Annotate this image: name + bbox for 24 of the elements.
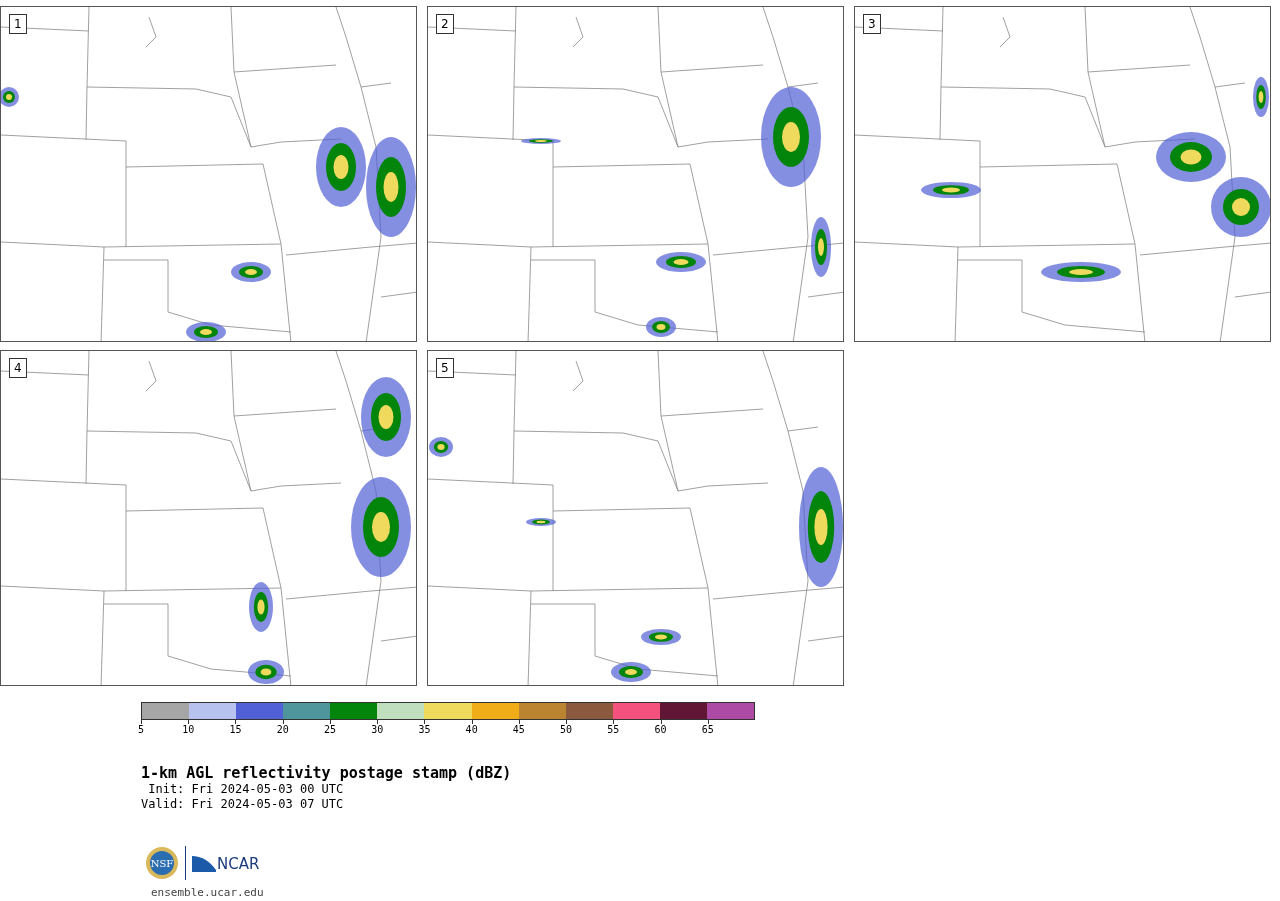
tick-label: 55 <box>607 724 620 735</box>
tick-label: 20 <box>276 724 289 735</box>
panel-number: 3 <box>863 14 881 34</box>
tick-label: 10 <box>182 724 195 735</box>
valid-time: Valid: Fri 2024-05-03 07 UTC <box>141 797 345 812</box>
tick-label: 5 <box>138 724 144 735</box>
panel-number: 2 <box>436 14 454 34</box>
site-url: ensemble.ucar.edu <box>151 886 265 899</box>
tick-label: 35 <box>418 724 431 735</box>
chart-title: 1-km AGL reflectivity postage stamp (dBZ) <box>141 764 513 782</box>
tick-label: 40 <box>465 724 478 735</box>
tick-label: 30 <box>371 724 384 735</box>
tick-label: 65 <box>701 724 714 735</box>
init-time: Init: Fri 2024-05-03 00 UTC <box>147 782 345 797</box>
panel-number: 4 <box>9 358 27 378</box>
tick-label: 50 <box>560 724 573 735</box>
tick-label: 60 <box>654 724 667 735</box>
tick-label: 25 <box>323 724 336 735</box>
panel-number: 1 <box>9 14 27 34</box>
tick-label: 45 <box>512 724 525 735</box>
ncar-logo: NCAR <box>192 854 260 872</box>
tick-label: 15 <box>229 724 242 735</box>
panel-number: 5 <box>436 358 454 378</box>
nsf-logo: NSF <box>145 846 179 880</box>
